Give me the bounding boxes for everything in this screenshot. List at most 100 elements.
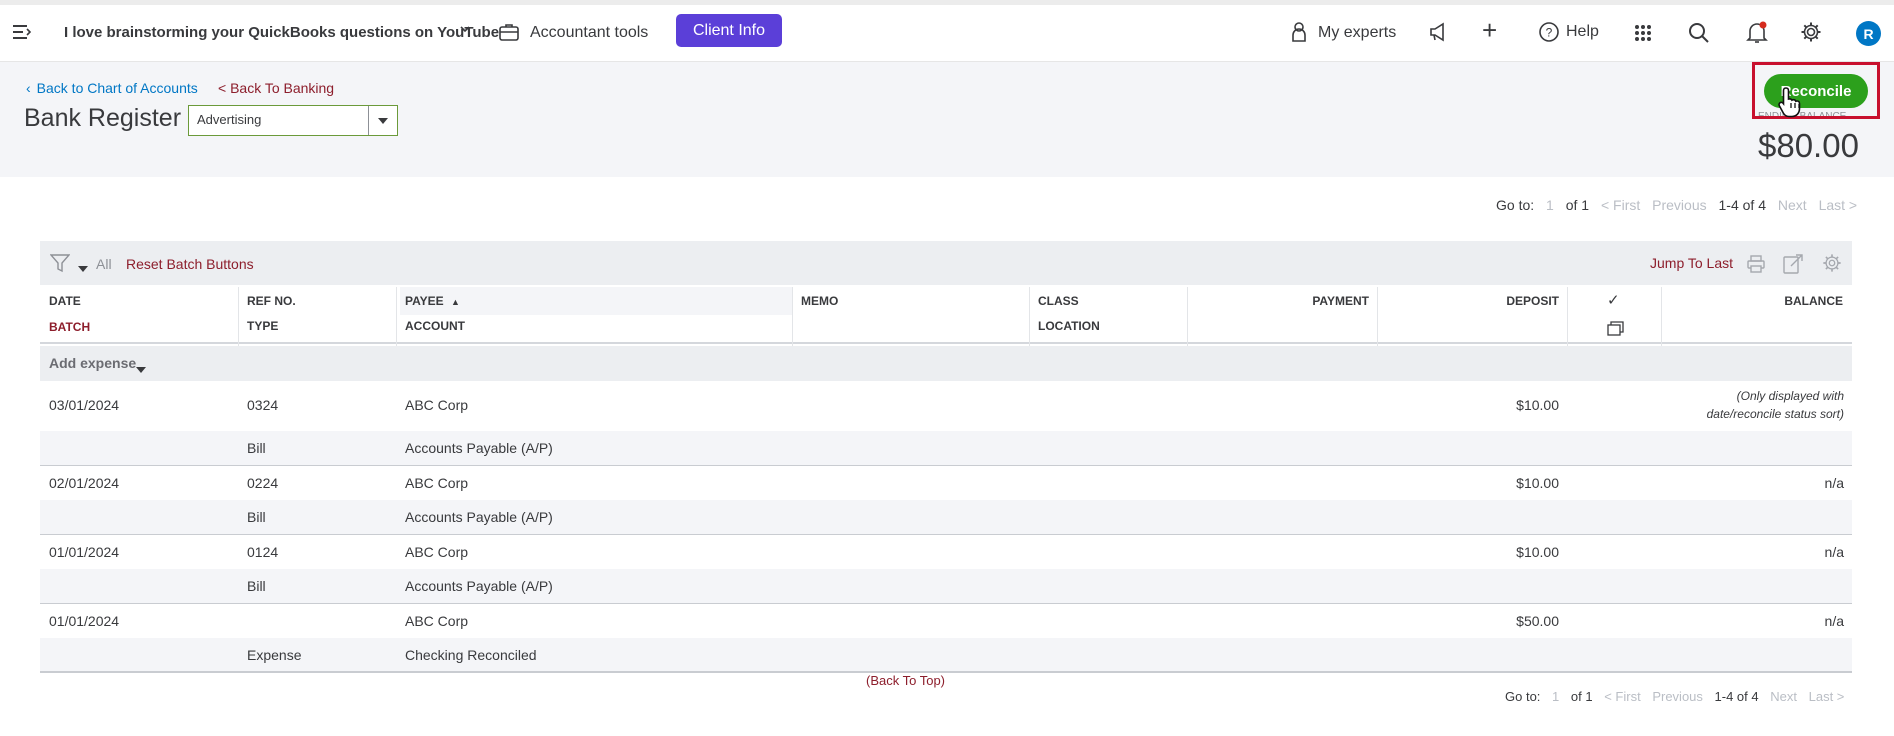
back-to-coa-label: Back to Chart of Accounts xyxy=(36,80,198,96)
add-expense-row xyxy=(40,346,1852,381)
pager-page-input[interactable]: 1 xyxy=(1546,197,1554,213)
pager-range: 1-4 of 4 xyxy=(1718,197,1766,213)
gear-icon[interactable] xyxy=(1800,21,1822,48)
col-payment[interactable]: PAYMENT xyxy=(1200,294,1369,308)
table-header xyxy=(40,285,1852,344)
pager-previous[interactable]: Previous xyxy=(1652,197,1706,213)
row-deposit: $10.00 xyxy=(1516,475,1559,491)
col-balance[interactable]: BALANCE xyxy=(1662,294,1843,308)
page-title: Bank Register xyxy=(24,104,182,132)
pager-next[interactable]: Next xyxy=(1770,689,1797,704)
row-date: 01/01/2024 xyxy=(49,544,120,560)
print-icon[interactable] xyxy=(1746,254,1766,279)
col-type[interactable]: TYPE xyxy=(247,319,278,333)
pager-last[interactable]: Last > xyxy=(1809,689,1845,704)
col-class[interactable]: CLASS xyxy=(1038,294,1079,308)
menu-icon[interactable] xyxy=(12,24,32,45)
client-info-button[interactable]: Client Info xyxy=(676,14,782,47)
accountant-tools-link[interactable]: Accountant tools xyxy=(530,24,648,42)
table-row[interactable] xyxy=(40,466,1852,500)
pager-top: Go to: 1 of 1 < First Previous 1-4 of 4 … xyxy=(1496,197,1865,213)
pager-range: 1-4 of 4 xyxy=(1714,689,1759,704)
plus-icon[interactable]: + xyxy=(1482,17,1497,43)
pager-previous[interactable]: Previous xyxy=(1652,689,1703,704)
megaphone-icon[interactable] xyxy=(1428,22,1450,47)
col-location[interactable]: LOCATION xyxy=(1038,319,1100,333)
hand-cursor-icon xyxy=(1778,86,1804,123)
row-account: Checking Reconciled xyxy=(405,647,537,663)
reset-batch-buttons-link[interactable]: Reset Batch Buttons xyxy=(126,256,254,272)
pager-first[interactable]: < First xyxy=(1601,197,1640,213)
row-type: Bill xyxy=(247,578,266,594)
filter-icon[interactable] xyxy=(49,253,71,278)
back-to-chart-of-accounts-link[interactable]: ‹ Back to Chart of Accounts xyxy=(26,80,198,96)
row-account: Accounts Payable (A/P) xyxy=(405,509,553,525)
search-icon[interactable] xyxy=(1688,22,1710,49)
chevron-down-icon[interactable] xyxy=(459,22,471,38)
pager-last[interactable]: Last > xyxy=(1819,197,1858,213)
table-settings-gear-icon[interactable] xyxy=(1822,253,1842,278)
jump-to-last-link[interactable]: Jump To Last xyxy=(1650,255,1733,271)
row-ref: 0224 xyxy=(247,475,279,491)
ending-balance-value: $80.00 xyxy=(1758,127,1859,164)
row-account: Accounts Payable (A/P) xyxy=(405,440,553,456)
row-payee: ABC Corp xyxy=(405,613,469,629)
table-row-sub[interactable] xyxy=(40,638,1852,673)
apps-grid-icon[interactable] xyxy=(1634,24,1652,47)
sort-ascending-icon: ▲ xyxy=(451,297,460,307)
row-ref: 0124 xyxy=(247,544,279,560)
filter-all-label: All xyxy=(96,256,112,272)
row-balance: n/a xyxy=(1824,475,1844,491)
svg-text:?: ? xyxy=(1546,26,1553,40)
bell-icon[interactable] xyxy=(1746,21,1768,50)
row-ref: 0324 xyxy=(247,397,279,413)
help-icon[interactable]: ? xyxy=(1538,21,1560,48)
col-batch[interactable]: BATCH xyxy=(49,320,90,334)
copy-icon[interactable] xyxy=(1607,321,1625,342)
pager-first[interactable]: < First xyxy=(1604,689,1640,704)
col-ref-no[interactable]: REF NO. xyxy=(247,294,296,308)
help-link[interactable]: Help xyxy=(1566,23,1599,41)
pager-goto-label: Go to: xyxy=(1496,197,1535,213)
pager-of: of 1 xyxy=(1570,689,1593,704)
account-select-toggle[interactable] xyxy=(368,106,397,135)
add-expense-button[interactable]: Add expense xyxy=(49,355,136,371)
table-row-sub[interactable] xyxy=(40,431,1852,466)
col-payee[interactable]: PAYEE ▲ xyxy=(405,294,460,308)
avatar[interactable]: R xyxy=(1856,21,1881,46)
back-to-banking-link[interactable]: < Back To Banking xyxy=(218,80,334,96)
pager-page-input[interactable]: 1 xyxy=(1552,689,1559,704)
col-deposit[interactable]: DEPOSIT xyxy=(1390,294,1559,308)
row-payee: ABC Corp xyxy=(405,544,469,560)
back-to-top-link[interactable]: (Back To Top) xyxy=(866,673,945,688)
caret-down-icon[interactable] xyxy=(136,360,146,378)
table-row-sub[interactable] xyxy=(40,569,1852,604)
caret-down-icon[interactable] xyxy=(78,259,88,277)
col-payee-label: PAYEE xyxy=(405,294,444,308)
row-deposit: $50.00 xyxy=(1516,613,1559,629)
row-deposit: $10.00 xyxy=(1516,397,1559,413)
app-window: I love brainstorming your QuickBooks que… xyxy=(0,0,1894,736)
export-icon[interactable] xyxy=(1782,253,1804,280)
briefcase-icon[interactable] xyxy=(498,22,520,47)
col-date[interactable]: DATE xyxy=(49,294,81,308)
person-icon[interactable] xyxy=(1290,21,1308,48)
col-account[interactable]: ACCOUNT xyxy=(405,319,465,333)
table-row[interactable] xyxy=(40,604,1852,638)
row-date: 01/01/2024 xyxy=(49,613,120,629)
row-type: Bill xyxy=(247,440,266,456)
row-type: Bill xyxy=(247,509,266,525)
table-row-sub[interactable] xyxy=(40,500,1852,535)
pager-next[interactable]: Next xyxy=(1778,197,1807,213)
company-name[interactable]: I love brainstorming your QuickBooks que… xyxy=(64,24,499,41)
table-row[interactable] xyxy=(40,535,1852,569)
register-toolbar xyxy=(40,241,1852,285)
row-balance-note: (Only displayed with date/reconcile stat… xyxy=(1706,389,1844,421)
my-experts-link[interactable]: My experts xyxy=(1318,24,1396,42)
account-select-value: Advertising xyxy=(197,112,262,127)
row-balance: n/a xyxy=(1824,544,1844,560)
col-reconcile-check[interactable]: ✓ xyxy=(1607,291,1620,309)
col-memo[interactable]: MEMO xyxy=(801,294,838,308)
row-payee: ABC Corp xyxy=(405,475,469,491)
table-row[interactable] xyxy=(40,381,1852,431)
